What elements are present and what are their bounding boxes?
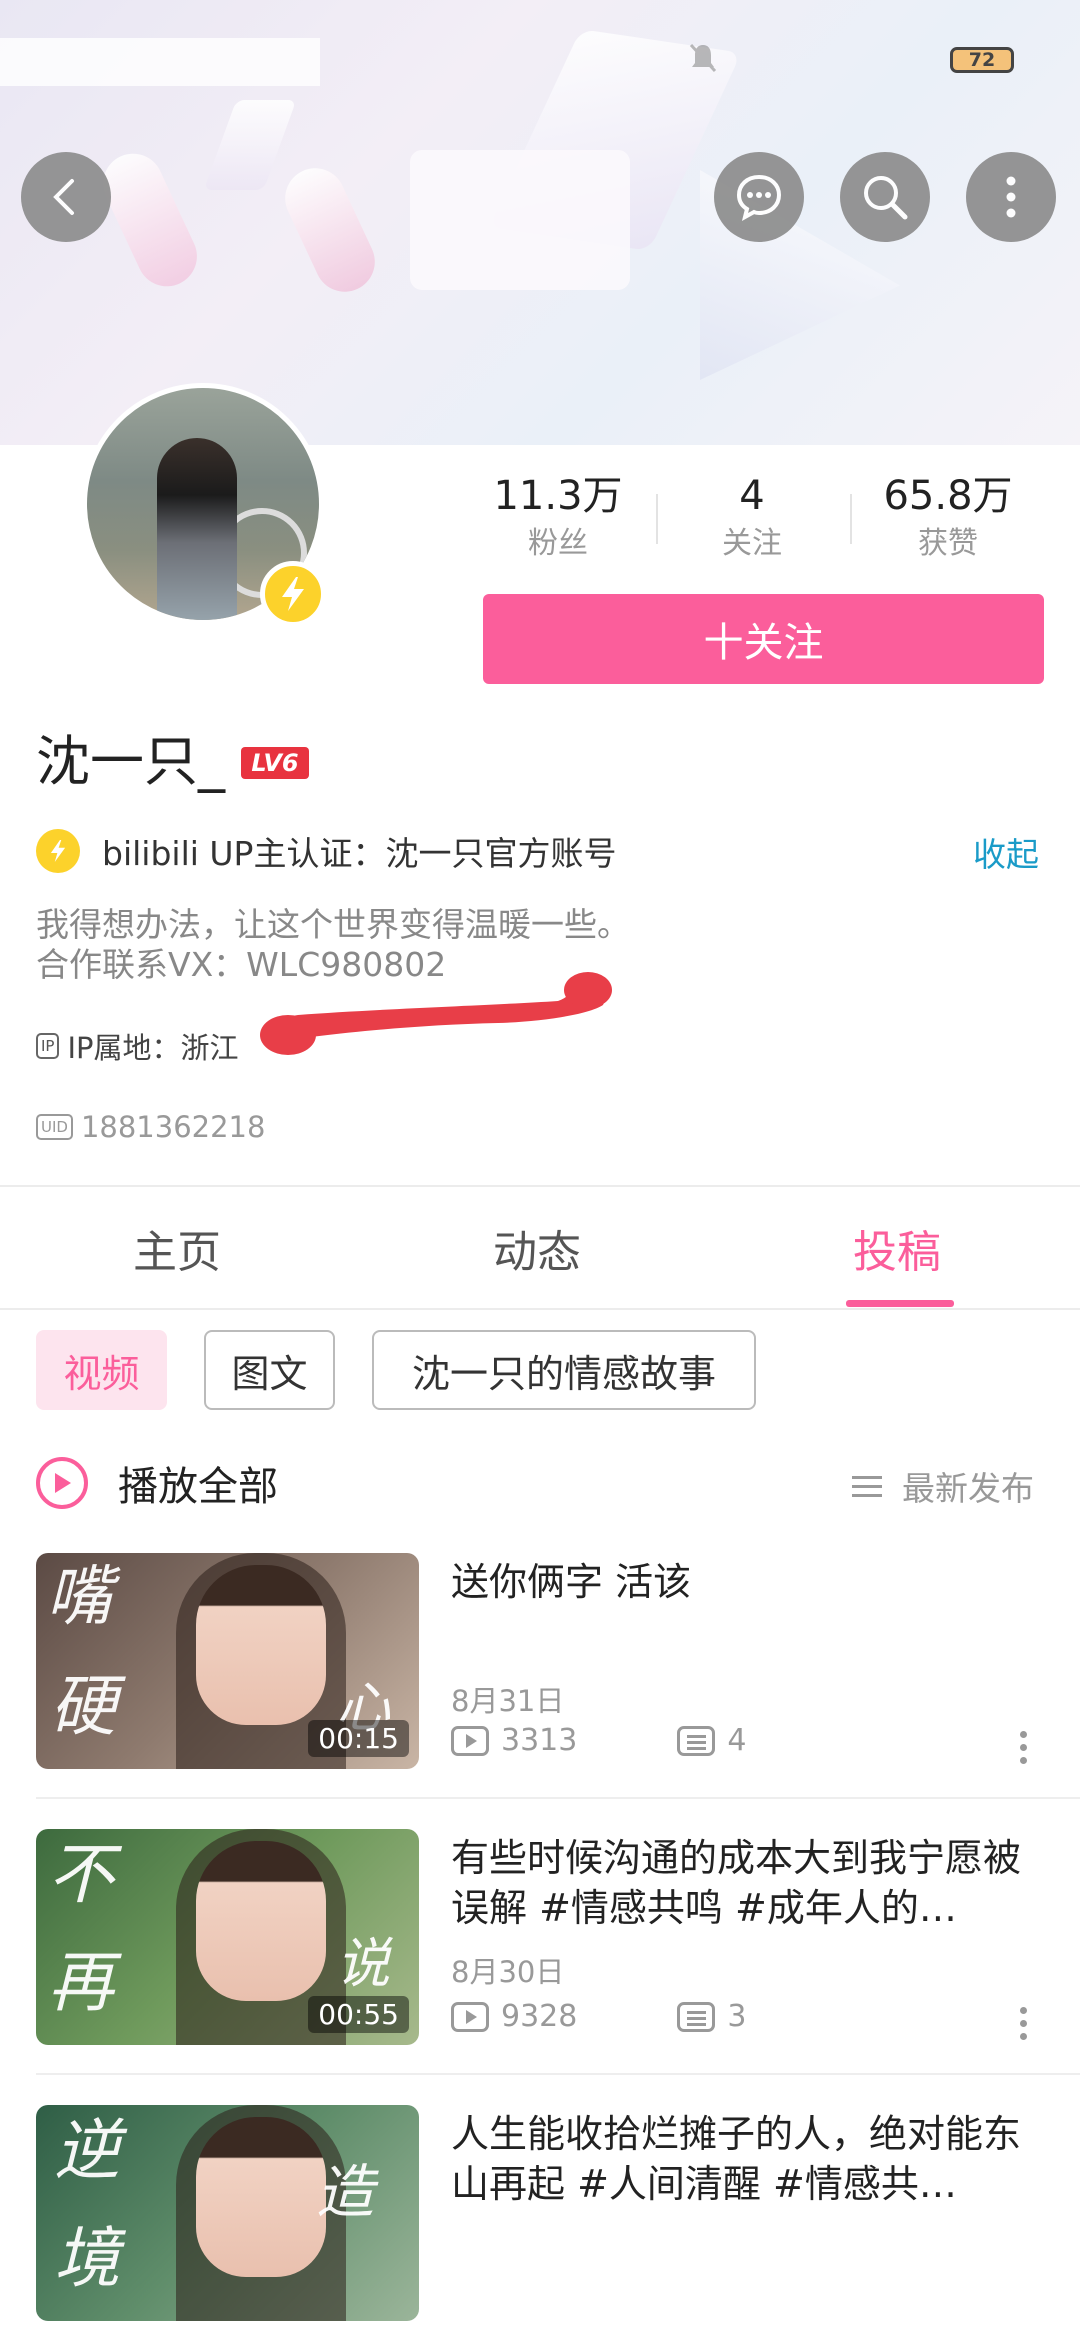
thumbnail-figure: [196, 2117, 326, 2277]
thumbnail-text: 逆: [54, 2112, 120, 2189]
profile-banner: 72: [0, 0, 1080, 445]
chip-video[interactable]: 视频: [36, 1330, 167, 1410]
video-date: 8月31日: [451, 1684, 565, 1718]
thumbnail-text: 硬: [50, 1668, 116, 1745]
ip-tag: IP: [36, 1033, 60, 1059]
thumbnail-figure: [196, 1841, 326, 2001]
section-divider: [0, 1185, 1080, 1187]
bio-line: 我得想办法，让这个世界变得温暖一些。: [36, 905, 630, 944]
thumbnail-text: 境: [54, 2220, 120, 2297]
view-count: 9328: [501, 1999, 578, 2034]
verification-text: bilibili UP主认证：沈一只官方账号: [102, 834, 617, 873]
battery-indicator: 72: [950, 47, 1014, 73]
thumbnail-figure: [196, 1565, 326, 1725]
avatar-person: [157, 438, 237, 620]
video-duration: 00:55: [308, 1996, 409, 2033]
play-count-icon: [451, 1725, 489, 1756]
verified-badge: [260, 561, 326, 627]
likes-count: 65.8万: [883, 473, 1013, 519]
video-date: 8月30日: [451, 1955, 565, 1989]
card-divider: [36, 1797, 1080, 1799]
video-thumbnail[interactable]: 嘴 硬 心 00:15: [36, 1553, 419, 1769]
banner-decoration: [203, 100, 297, 190]
ip-location: IP IP属地：浙江: [36, 1025, 239, 1067]
stat-likes[interactable]: 65.8万 获赞: [848, 470, 1048, 566]
thumbnail-text: 说: [336, 1932, 390, 1995]
banner-decoration: [275, 158, 385, 302]
video-card[interactable]: 逆 境 造 人生能收拾烂摊子的人，绝对能东山再起 #人间清醒 #情感共…: [0, 2105, 1080, 2345]
lightning-icon: [282, 577, 304, 611]
video-duration: 00:15: [308, 1720, 409, 1757]
message-button[interactable]: [714, 152, 804, 242]
tab-posts[interactable]: 投稿: [853, 1216, 941, 1280]
vertical-dots-icon: [1006, 176, 1016, 218]
stat-fans[interactable]: 11.3万 粉丝: [458, 470, 658, 566]
username: 沈一只_: [36, 730, 225, 793]
video-more-icon[interactable]: [1020, 2007, 1030, 2046]
banner-decoration: [410, 150, 630, 290]
more-options-button[interactable]: [966, 152, 1056, 242]
comment-count: 4: [727, 1723, 747, 1758]
fans-label: 粉丝: [528, 526, 588, 561]
play-count-icon: [451, 2001, 489, 2032]
stat-following[interactable]: 4 关注: [652, 470, 852, 566]
chip-collection[interactable]: 沈一只的情感故事: [372, 1330, 756, 1410]
verification-row: bilibili UP主认证：沈一只官方账号: [36, 826, 616, 876]
uid-tag: UID: [36, 1114, 73, 1140]
ip-text: IP属地：浙江: [67, 1031, 239, 1065]
thumbnail-text: 嘴: [46, 1558, 112, 1635]
uid-value: 1881362218: [80, 1110, 266, 1144]
list-icon: [852, 1470, 882, 1503]
thumbnail-text: 再: [48, 1944, 114, 2021]
search-button[interactable]: [840, 152, 930, 242]
thumbnail-text: 造: [316, 2158, 375, 2226]
sort-label: 最新发布: [902, 1469, 1034, 1508]
view-count: 3313: [501, 1723, 578, 1758]
search-icon: [864, 176, 908, 220]
video-stats: 3313 4: [451, 1723, 746, 1758]
comment-count-icon: [677, 1725, 716, 1756]
comment-count: 3: [727, 1999, 747, 2034]
back-button[interactable]: [21, 152, 111, 242]
card-divider: [36, 2073, 1080, 2075]
following-count: 4: [739, 473, 765, 519]
video-thumbnail[interactable]: 不 再 说 00:55: [36, 1829, 419, 2045]
collapse-link[interactable]: 收起: [973, 828, 1039, 876]
video-more-icon[interactable]: [1020, 1731, 1030, 1770]
likes-label: 获赞: [918, 526, 978, 561]
video-stats: 9328 3: [451, 1999, 746, 2034]
uid-row: UID 1881362218: [36, 1110, 265, 1144]
status-bar-left: [0, 38, 320, 86]
active-tab-indicator: [846, 1300, 954, 1307]
sort-button[interactable]: 最新发布: [852, 1462, 1034, 1510]
mute-bell-icon: [689, 43, 717, 73]
video-title[interactable]: 人生能收拾烂摊子的人，绝对能东山再起 #人间清醒 #情感共…: [451, 2109, 1041, 2209]
tabs-divider: [0, 1308, 1080, 1310]
chat-bubble-icon: [736, 174, 782, 221]
play-all-label: 播放全部: [118, 1464, 278, 1510]
follow-button[interactable]: 十关注: [483, 594, 1044, 684]
thumbnail-text: 不: [48, 1836, 114, 1913]
fans-count: 11.3万: [493, 473, 623, 519]
video-thumbnail[interactable]: 逆 境 造: [36, 2105, 419, 2321]
video-card[interactable]: 嘴 硬 心 00:15 送你俩字 活该 8月31日 3313 4: [0, 1553, 1080, 1793]
banner-decoration: [93, 143, 207, 297]
lightning-icon: [36, 829, 80, 873]
redaction-mark: [260, 972, 612, 1055]
tab-home[interactable]: 主页: [133, 1216, 221, 1280]
chip-article[interactable]: 图文: [204, 1330, 335, 1410]
comment-count-icon: [677, 2001, 716, 2032]
video-card[interactable]: 不 再 说 00:55 有些时候沟通的成本大到我宁愿被误解 #情感共鸣 #成年人…: [0, 1829, 1080, 2069]
tab-dynamics[interactable]: 动态: [493, 1216, 581, 1280]
video-title[interactable]: 有些时候沟通的成本大到我宁愿被误解 #情感共鸣 #成年人的…: [451, 1833, 1041, 1933]
play-circle-icon: [36, 1457, 88, 1509]
following-label: 关注: [722, 526, 782, 561]
level-badge: LV6: [241, 747, 309, 779]
chevron-left-icon: [53, 179, 74, 215]
play-all-button[interactable]: 播放全部: [36, 1454, 278, 1512]
video-title[interactable]: 送你俩字 活该: [451, 1557, 1041, 1607]
